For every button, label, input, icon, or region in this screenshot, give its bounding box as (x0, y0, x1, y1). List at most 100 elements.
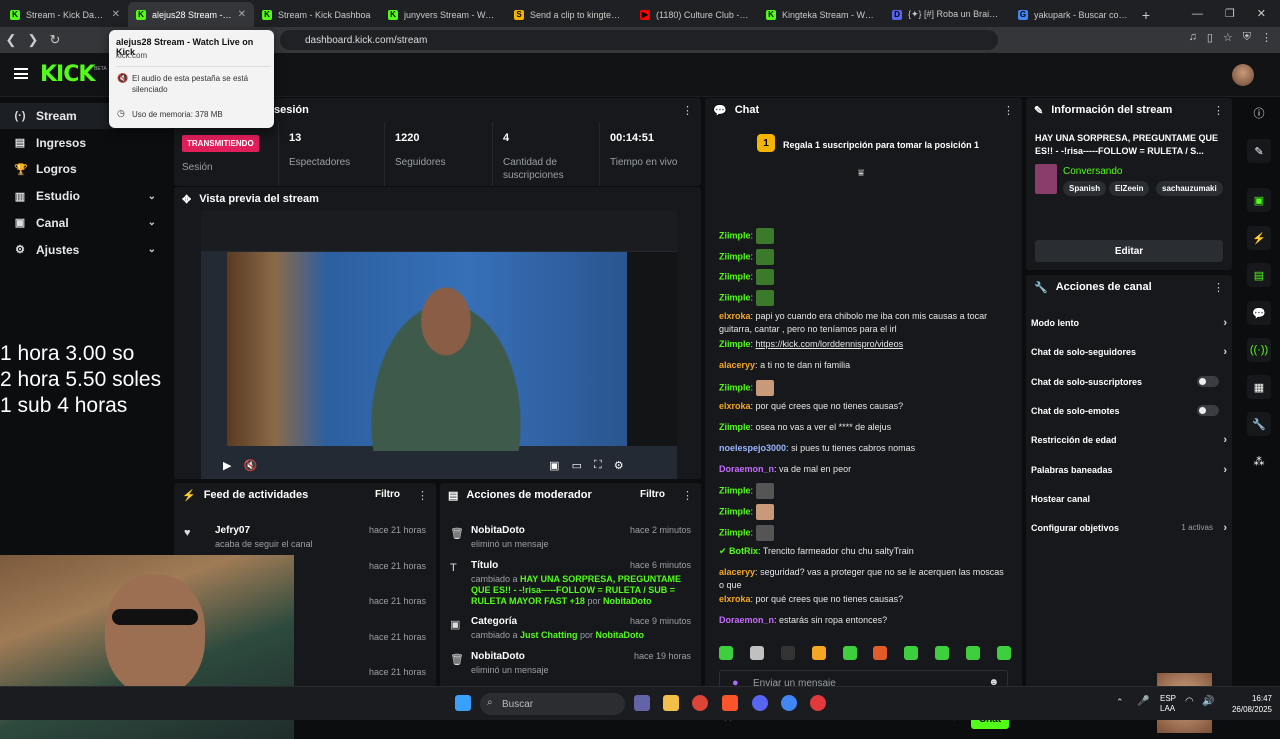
close-window-icon[interactable]: ✕ (1257, 7, 1266, 20)
media-icon[interactable]: ♫ (1189, 31, 1197, 44)
collapse-pin-icon[interactable]: ⩸ (858, 168, 864, 179)
back-icon[interactable]: ❮ (0, 32, 22, 48)
sidebar-item-ingresos[interactable]: ▤ Ingresos (0, 130, 170, 156)
expand-icon[interactable]: ✥ (182, 193, 191, 206)
emote-button[interactable] (996, 646, 1011, 660)
mod-more-icon[interactable]: ⋮ (682, 489, 693, 502)
browser-tab[interactable]: K Stream - Kick Dashboa (254, 2, 380, 27)
browser-tab[interactable]: Gyakupark - Buscar con Goo (1010, 2, 1136, 27)
mic-tray-icon[interactable]: 🎤 (1137, 696, 1149, 707)
action-configurar-objetivos[interactable]: Configurar objetivos 1 activas › (1031, 522, 1227, 534)
video-player[interactable]: ▶ 🔇 ▣ ▭ ⛶ ⚙ (201, 211, 677, 479)
action-hostear-canal[interactable]: Hostear canal (1031, 494, 1227, 504)
shield-icon[interactable]: ⛨ (1243, 31, 1251, 44)
explorer-icon[interactable] (663, 695, 679, 711)
browser-tab[interactable]: D {✦} [#] Roba un Brainrot (884, 2, 1010, 27)
action-restricci-n-de-edad[interactable]: Restricción de edad › (1031, 434, 1227, 446)
chat-username[interactable]: Ziimple (719, 251, 751, 261)
chat-username[interactable]: Ziimple (719, 527, 751, 537)
chat-username[interactable]: Doraemon_n (719, 464, 774, 474)
actions-more-icon[interactable]: ⋮ (1213, 281, 1224, 294)
bolt-rail-icon[interactable]: ⚡ (1247, 226, 1271, 250)
volume-icon[interactable]: 🔊 (1202, 696, 1214, 707)
reload-icon[interactable]: ↻ (44, 32, 66, 48)
add-widget-icon[interactable]: ⁂ (1247, 449, 1271, 473)
chat-username[interactable]: BotRix (729, 546, 758, 556)
forward-icon[interactable]: ❯ (22, 32, 44, 48)
info-more-icon[interactable]: ⋮ (1213, 104, 1224, 117)
taskbar-search[interactable]: ⌕ Buscar (480, 693, 625, 715)
sidepanel-icon[interactable]: ▯ (1207, 31, 1213, 44)
action-modo-lento[interactable]: Modo lento › (1031, 317, 1227, 329)
toggle-switch[interactable] (1197, 375, 1219, 387)
discord-icon[interactable] (752, 695, 768, 711)
emote-button[interactable] (842, 646, 857, 660)
sidebar-item-estudio[interactable]: ▥ Estudio ⌄ (0, 183, 170, 209)
toggle-switch[interactable] (1197, 404, 1219, 416)
chat-text[interactable]: https://kick.com/lorddennispro/videos (756, 339, 904, 349)
fullscreen-icon[interactable]: ⛶ (594, 459, 602, 472)
chat-username[interactable]: Ziimple (719, 292, 751, 302)
user-avatar[interactable] (1232, 64, 1254, 86)
layout-icon[interactable]: ▦ (1247, 375, 1271, 399)
chat-username[interactable]: elxroka (719, 401, 751, 411)
chat-username[interactable]: Ziimple (719, 486, 751, 496)
kick-logo[interactable]: KICK (40, 62, 95, 87)
browser-tab[interactable]: Kjunyvers Stream - Watch L (380, 2, 506, 27)
action-chat-de-solo-emotes[interactable]: Chat de solo-emotes (1031, 404, 1227, 416)
emote-button[interactable] (719, 646, 733, 660)
chat-username[interactable]: Ziimple (719, 506, 751, 516)
settings-icon[interactable]: ⚙ (614, 459, 624, 472)
brave-icon[interactable] (722, 695, 738, 711)
chat-username[interactable]: Ziimple (719, 230, 751, 240)
edit-button[interactable]: Editar (1035, 240, 1223, 262)
chat-username[interactable]: alaceryy (719, 567, 755, 577)
emote-button[interactable] (811, 646, 826, 660)
chat-username[interactable]: Ziimple (719, 339, 751, 349)
close-tab-icon[interactable]: ✕ (238, 9, 246, 20)
menu-icon[interactable]: ⋮ (1261, 31, 1272, 44)
category-name[interactable]: Conversando (1063, 166, 1122, 177)
star-icon[interactable]: ☆ (1223, 31, 1233, 44)
emote-button[interactable] (935, 646, 950, 660)
theater-icon[interactable]: ▭ (572, 459, 582, 472)
preview-icon[interactable]: ▣ (1247, 188, 1271, 212)
browser-tab[interactable]: ▶ (1180) Culture Club - Karm (632, 2, 758, 27)
browser-tab[interactable]: Kalejus28 Stream - W ✕ (128, 2, 254, 27)
browser-tab[interactable]: S Send a clip to kingtekabo (506, 2, 632, 27)
teams-icon[interactable] (634, 695, 650, 711)
action-palabras-baneadas[interactable]: Palabras baneadas › (1031, 464, 1227, 476)
emote-button[interactable] (780, 646, 795, 660)
maximize-icon[interactable]: ❐ (1225, 7, 1235, 20)
new-tab-button[interactable]: + (1136, 2, 1156, 27)
feed-more-icon[interactable]: ⋮ (417, 489, 428, 502)
play-icon[interactable]: ▶ (223, 459, 231, 472)
sidebar-item-canal[interactable]: ▣ Canal ⌄ (0, 210, 170, 236)
chat-username[interactable]: Ziimple (719, 382, 751, 392)
wifi-icon[interactable]: ◠ (1185, 696, 1194, 707)
chat-more-icon[interactable]: ⋮ (1003, 104, 1014, 117)
chat-username[interactable]: Ziimple (719, 422, 751, 432)
sidebar-item-logros[interactable]: 🏆 Logros (0, 156, 170, 182)
browser-tab[interactable]: K Stream - Kick Dashbo ✕ (2, 2, 128, 27)
close-tab-icon[interactable]: ✕ (112, 9, 120, 20)
chat-rail-icon[interactable]: 💬 (1247, 301, 1271, 325)
mute-icon[interactable]: 🔇 (243, 459, 257, 472)
emote-button[interactable] (749, 646, 764, 660)
feed-filter-button[interactable]: Filtro (375, 489, 400, 500)
emote-button[interactable] (873, 646, 888, 660)
hamburger-menu-icon[interactable] (14, 68, 28, 79)
clock[interactable]: 16:47 26/08/2025 (1232, 693, 1272, 715)
chrome-alt-icon[interactable] (781, 695, 797, 711)
browser-tab[interactable]: K Kingteka Stream - Watch L (758, 2, 884, 27)
tray-chevron-icon[interactable]: ⌃ (1116, 697, 1124, 708)
minimize-icon[interactable]: — (1192, 8, 1203, 20)
start-icon[interactable] (455, 695, 471, 711)
session-more-icon[interactable]: ⋮ (682, 104, 693, 117)
language-indicator[interactable]: ESP LAA (1160, 694, 1176, 714)
emote-button[interactable] (904, 646, 919, 660)
chat-username[interactable]: alaceryy (719, 360, 755, 370)
emote-button[interactable] (966, 646, 980, 660)
chat-username[interactable]: Doraemon_n (719, 615, 774, 625)
chat-username[interactable]: noelespejo3000 (719, 443, 786, 453)
